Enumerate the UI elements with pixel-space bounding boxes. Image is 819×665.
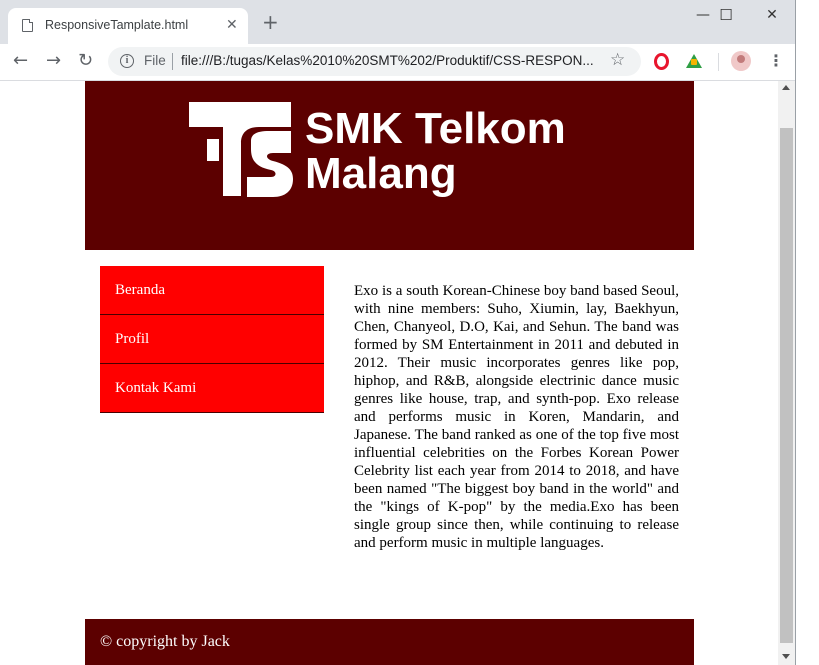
address-bar[interactable]: i File file:///B:/tugas/Kelas%2010%20SMT… bbox=[108, 47, 641, 76]
drive-extension-icon[interactable] bbox=[686, 54, 702, 68]
file-icon bbox=[22, 19, 33, 32]
divider bbox=[172, 53, 173, 70]
scroll-up-arrow-icon[interactable] bbox=[782, 85, 790, 90]
brand-name: SMK Telkom Malang bbox=[305, 106, 566, 196]
nav-item-profil[interactable]: Profil bbox=[100, 315, 324, 364]
opera-extension-icon[interactable] bbox=[654, 53, 669, 70]
brand-line-1: SMK Telkom bbox=[305, 104, 566, 153]
back-button[interactable]: ← bbox=[13, 51, 28, 71]
info-icon[interactable]: i bbox=[120, 54, 134, 68]
reload-button[interactable]: ↻ bbox=[78, 51, 93, 71]
nav-item-kontak-kami[interactable]: Kontak Kami bbox=[100, 364, 324, 413]
tab-active[interactable]: ResponsiveTamplate.html ✕ bbox=[8, 8, 248, 44]
close-window-button[interactable]: ✕ bbox=[749, 0, 795, 30]
nav-item-beranda[interactable]: Beranda bbox=[100, 266, 324, 315]
desktop-background bbox=[796, 0, 819, 665]
article-text: Exo is a south Korean-Chinese boy band b… bbox=[354, 283, 679, 551]
maximize-button[interactable]: ☐ bbox=[703, 0, 749, 30]
telkom-logo-icon bbox=[189, 102, 293, 197]
divider bbox=[718, 53, 719, 71]
new-tab-button[interactable]: + bbox=[262, 12, 279, 32]
scroll-thumb[interactable] bbox=[780, 128, 793, 643]
page-viewport: SMK Telkom Malang Beranda Profil Kontak … bbox=[0, 81, 778, 665]
forward-button[interactable]: → bbox=[46, 51, 61, 71]
tab-strip: ResponsiveTamplate.html ✕ + — ☐ ✕ bbox=[0, 0, 819, 44]
tab-close-icon[interactable]: ✕ bbox=[226, 16, 238, 34]
scheme-label: File bbox=[144, 53, 166, 68]
scroll-down-arrow-icon[interactable] bbox=[782, 654, 790, 659]
site-header: SMK Telkom Malang bbox=[85, 81, 694, 250]
url-text[interactable]: file:///B:/tugas/Kelas%2010%20SMT%202/Pr… bbox=[181, 53, 594, 68]
side-nav: Beranda Profil Kontak Kami bbox=[100, 266, 324, 413]
menu-icon[interactable]: ⋮ bbox=[768, 51, 784, 71]
bookmark-star-icon[interactable]: ☆ bbox=[610, 50, 625, 70]
vertical-scrollbar[interactable] bbox=[778, 81, 795, 665]
brand-line-2: Malang bbox=[305, 149, 457, 198]
site-footer: © copyright by Jack bbox=[85, 619, 694, 665]
tab-title: ResponsiveTamplate.html bbox=[45, 18, 189, 32]
profile-avatar[interactable] bbox=[731, 51, 751, 71]
browser-toolbar: ← → ↻ i File file:///B:/tugas/Kelas%2010… bbox=[0, 44, 819, 81]
copyright-text: © copyright by Jack bbox=[100, 633, 230, 650]
